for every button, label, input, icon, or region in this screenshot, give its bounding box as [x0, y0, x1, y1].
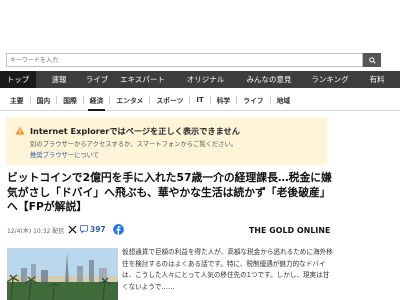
- category-science[interactable]: 科学: [217, 90, 231, 111]
- ie-warning-banner: Internet Explorerではページを正しく表示できません 別のブラウザ…: [6, 117, 327, 165]
- nav-item-expert[interactable]: エキスパート: [112, 71, 173, 88]
- comment-icon[interactable]: [80, 225, 88, 234]
- nav-item-original[interactable]: オリジナル: [173, 71, 238, 88]
- category-divider: [189, 96, 191, 104]
- category-life[interactable]: ライフ: [243, 90, 263, 111]
- publish-date: 12/4(木) 10:32 配信: [7, 228, 65, 235]
- category-divider: [269, 96, 271, 104]
- category-divider: [149, 96, 151, 104]
- nav-item-top[interactable]: トップ: [0, 71, 36, 88]
- article-meta: 12/4(木) 10:32 配信 397 THE GOLD ONLINE: [7, 224, 337, 238]
- category-divider: [82, 96, 84, 104]
- category-nav: 主要 国内 国際 経済 エンタメ スポーツ IT 科学 ライフ 地域: [0, 90, 400, 111]
- nav-item-ranking[interactable]: ランキング: [300, 71, 360, 88]
- category-divider: [56, 96, 58, 104]
- category-divider: [209, 96, 211, 104]
- facebook-share-icon[interactable]: [113, 224, 124, 235]
- nav-item-paid[interactable]: 有料: [360, 71, 394, 88]
- category-major[interactable]: 主要: [10, 90, 24, 111]
- top-header: [0, 0, 400, 44]
- comment-count[interactable]: 397: [90, 225, 106, 234]
- category-sports[interactable]: スポーツ: [156, 90, 183, 111]
- category-divider: [109, 96, 111, 104]
- search-icon: [369, 57, 376, 64]
- nav-item-opinions[interactable]: みんなの意見: [238, 71, 300, 88]
- x-share-icon[interactable]: [68, 225, 77, 234]
- search-input[interactable]: [6, 53, 363, 67]
- article-headline: ビットコインで2億円を手に入れた57歳一介の経理課長…税金に嫌気がさし「ドバイ」…: [7, 171, 332, 213]
- article-image: [7, 248, 118, 300]
- article-body: 仮想通貨で巨額の利益を得た人が、高額な税金から逃れるために海外移住を検討するのは…: [122, 248, 333, 291]
- category-it[interactable]: IT: [196, 90, 203, 111]
- source-brand[interactable]: THE GOLD ONLINE: [249, 226, 330, 235]
- category-domestic[interactable]: 国内: [37, 90, 51, 111]
- category-divider: [29, 96, 31, 104]
- nav-item-live[interactable]: ライブ: [82, 71, 112, 88]
- dubai-skyline-illustration: [7, 248, 118, 300]
- category-entertainment[interactable]: エンタメ: [116, 90, 143, 111]
- category-local[interactable]: 地域: [277, 90, 291, 111]
- search-button[interactable]: [363, 53, 381, 67]
- category-economy[interactable]: 経済: [87, 90, 105, 111]
- category-divider: [236, 96, 238, 104]
- warning-icon: [15, 126, 25, 135]
- ie-warning-description: 別のブラウザーからアクセスするか、スマートフォンからご覧ください。: [30, 141, 238, 148]
- ie-warning-title: Internet Explorerではページを正しく表示できません: [30, 126, 240, 136]
- main-nav: トップ 速報 ライブ エキスパート オリジナル みんなの意見 ランキング 有料: [0, 71, 400, 88]
- recommended-browsers-link[interactable]: 推奨ブラウザーについて: [30, 150, 99, 159]
- nav-item-breaking[interactable]: 速報: [36, 71, 82, 88]
- category-international[interactable]: 国際: [63, 90, 77, 111]
